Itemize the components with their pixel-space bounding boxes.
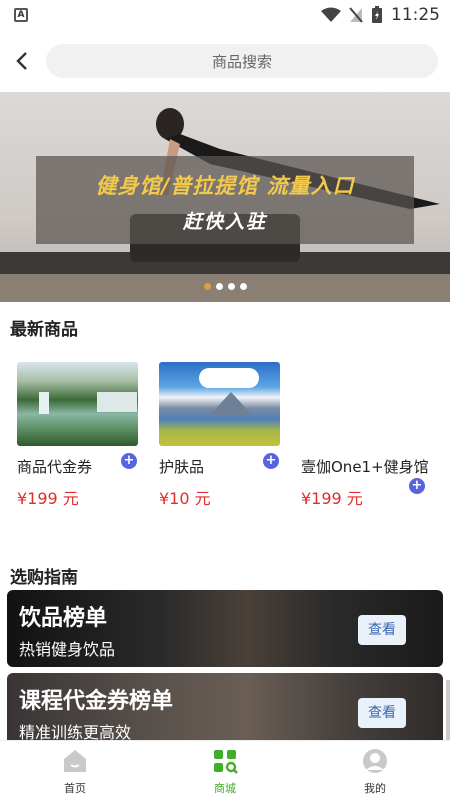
carousel-dot-2[interactable]	[215, 283, 223, 290]
plus-icon: +	[411, 478, 423, 493]
guide-card-drinks[interactable]: 饮品榜单 热销健身饮品 查看	[7, 590, 443, 667]
home-icon	[64, 750, 86, 772]
product-image-lake[interactable]	[159, 362, 280, 446]
back-button[interactable]	[12, 51, 32, 71]
wifi-icon	[321, 7, 341, 22]
product-name: 壹伽One1+健身馆	[301, 458, 429, 476]
tab-label: 商城	[214, 782, 236, 795]
guide-section-title: 选购指南	[10, 567, 78, 588]
tab-mall[interactable]: 商城	[150, 741, 300, 800]
no-signal-icon	[349, 7, 363, 23]
carousel-dot-1[interactable]	[203, 283, 211, 290]
guide-card-title: 饮品榜单	[19, 606, 108, 631]
status-bar: A 11:25	[0, 0, 450, 30]
product-card[interactable]: 护肤品 + ¥10 元	[152, 342, 294, 550]
banner-headline: 健身馆/普拉提馆 流量入口	[95, 174, 355, 198]
tab-label: 我的	[364, 782, 386, 795]
add-to-cart-button[interactable]: +	[263, 453, 279, 469]
product-price: ¥199 元	[301, 489, 363, 508]
product-price: ¥10 元	[159, 489, 211, 508]
tab-label: 首页	[64, 782, 86, 795]
tab-home[interactable]: 首页	[0, 741, 150, 800]
product-price: ¥199 元	[17, 489, 79, 508]
carousel-dots	[0, 283, 450, 290]
guide-list: 饮品榜单 热销健身饮品 查看 课程代金券榜单 精准训练更高效 查看	[0, 590, 450, 750]
view-button[interactable]: 查看	[358, 698, 406, 728]
add-to-cart-button[interactable]: +	[121, 453, 137, 469]
search-input[interactable]: 商品搜索	[46, 44, 438, 78]
plus-icon: +	[123, 453, 135, 468]
bottom-tab-bar: 首页 商城 我的	[0, 740, 450, 800]
mall-icon	[214, 750, 238, 774]
plus-icon: +	[265, 453, 277, 468]
notification-a-icon: A	[14, 8, 28, 22]
product-card[interactable]: 商品代金券 + ¥199 元	[10, 342, 152, 550]
profile-icon	[363, 749, 387, 773]
view-button[interactable]: 查看	[358, 615, 406, 645]
guide-card-course-voucher[interactable]: 课程代金券榜单 精准训练更高效 查看	[7, 673, 443, 750]
carousel-dot-4[interactable]	[239, 283, 247, 290]
product-card[interactable]: 壹伽One1+健身馆 + ¥199 元	[294, 342, 436, 550]
banner-subline: 赶快入驻	[182, 211, 267, 233]
chevron-left-icon	[16, 52, 27, 70]
promo-banner[interactable]: 健身馆/普拉提馆 流量入口 赶快入驻	[0, 92, 450, 302]
clock: 11:25	[391, 5, 440, 25]
carousel-dot-3[interactable]	[227, 283, 235, 290]
scrollbar[interactable]	[446, 680, 450, 740]
battery-icon	[372, 6, 382, 23]
search-placeholder: 商品搜索	[211, 52, 272, 71]
guide-card-subtitle: 热销健身饮品	[19, 640, 116, 659]
top-bar: 商品搜索	[0, 30, 450, 92]
product-list: 商品代金券 + ¥199 元 护肤品 + ¥10 元 壹伽One1+健身馆 + …	[0, 342, 450, 550]
add-to-cart-button[interactable]: +	[409, 478, 425, 494]
tab-profile[interactable]: 我的	[300, 741, 450, 800]
product-image-waterfall[interactable]	[17, 362, 138, 446]
latest-section-title: 最新商品	[10, 319, 78, 340]
guide-card-title: 课程代金券榜单	[19, 689, 174, 714]
